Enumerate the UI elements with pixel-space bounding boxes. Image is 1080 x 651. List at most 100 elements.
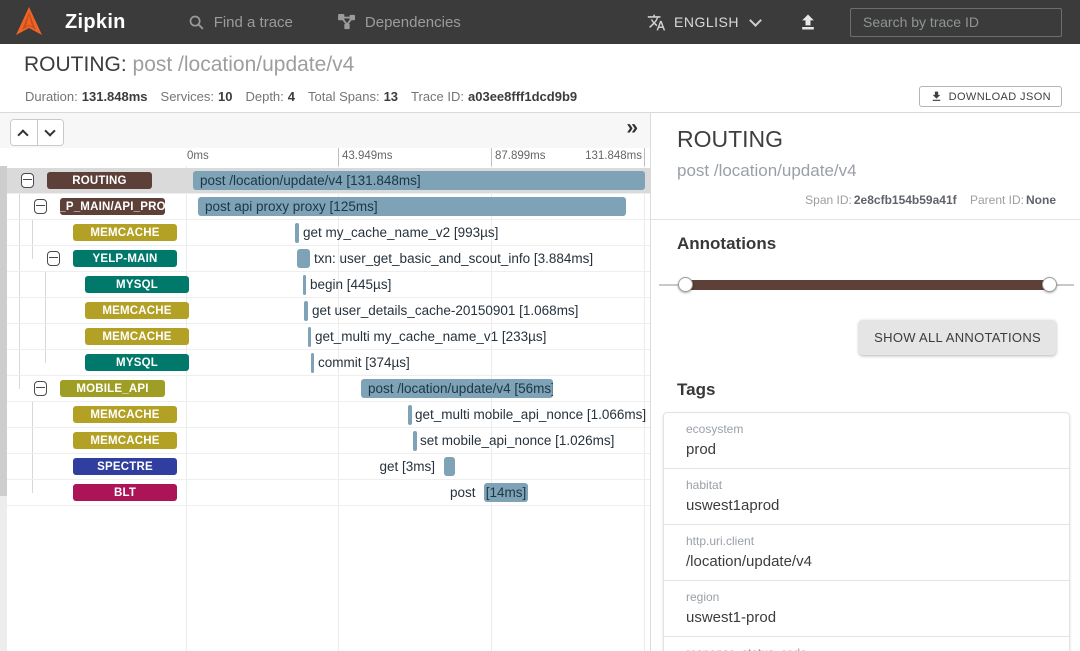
tag-value: prod (686, 441, 1047, 458)
span-label: begin [445µs] (310, 277, 391, 292)
tag-item: http.uri.client/location/update/v4 (663, 524, 1070, 581)
language-selector[interactable]: ENGLISH (647, 13, 760, 32)
tag-key: response_status_code (686, 646, 1047, 651)
collapse-toggle-icon[interactable] (34, 381, 47, 396)
service-badge[interactable]: MYSQL (85, 276, 189, 293)
service-badge[interactable]: MOBILE_API (60, 380, 165, 397)
dependencies-icon (338, 14, 356, 30)
tag-key: ecosystem (686, 422, 1047, 436)
span-label: post (450, 485, 476, 500)
service-badge[interactable]: ROUTING (47, 172, 152, 189)
span-bar[interactable]: post /location/update/v4 [56ms] (361, 379, 553, 398)
tags-title: Tags (677, 380, 1056, 400)
trace-row[interactable]: MOBILE_API post /location/update/v4 [56ms… (7, 376, 650, 402)
tick-label: 131.848ms (585, 150, 642, 162)
span-bar[interactable] (297, 249, 310, 268)
detail-span-name: post /location/update/v4 (677, 161, 1056, 181)
service-badge[interactable]: MYSQL (85, 354, 189, 371)
timeline-ruler: 0ms 43.949ms 87.899ms 131.848ms (0, 148, 650, 166)
span-bar[interactable] (413, 431, 417, 451)
chevron-up-icon (17, 129, 28, 140)
tag-value: uswest1aprod (686, 497, 1047, 514)
span-bar[interactable] (304, 301, 308, 321)
expand-all-button[interactable] (37, 120, 63, 145)
trace-row[interactable]: SPECTREget [3ms] (7, 454, 650, 480)
span-label: get my_cache_name_v2 [993µs] (303, 225, 498, 240)
span-bar[interactable]: [14ms] (484, 483, 528, 502)
divider (651, 219, 1080, 220)
collapse-panel-icon[interactable]: » (626, 116, 638, 140)
main-area: » 0ms 43.949ms 87.899ms 131.848ms ROUTIN… (0, 113, 1080, 651)
trace-row[interactable]: MYSQL begin [445µs] (7, 272, 650, 298)
trace-row[interactable]: MEMCACHE get_multi mobile_api_nonce [1.06… (7, 402, 650, 428)
span-bar[interactable]: post api proxy proxy [125ms] (198, 197, 626, 216)
service-badge[interactable]: MEMCACHE (73, 224, 177, 241)
slider-range[interactable] (685, 280, 1050, 290)
span-label: commit [374µs] (318, 355, 410, 370)
slider-handle-left[interactable] (678, 277, 693, 292)
span-label: get_multi my_cache_name_v1 [233µs] (315, 329, 546, 344)
trace-row[interactable]: _P_MAIN/API_PRO post api proxy proxy [125… (7, 194, 650, 220)
language-label: ENGLISH (674, 14, 739, 30)
span-id-value: 2e8cfb154b59a41f (854, 193, 957, 207)
span-bar[interactable] (308, 327, 311, 347)
trace-stats-bar: Duration:131.848ms Services:10 Depth:4 T… (0, 80, 1080, 113)
service-badge[interactable]: MEMCACHE (85, 302, 189, 319)
service-badge[interactable]: MEMCACHE (73, 406, 177, 423)
trace-timeline-panel: » 0ms 43.949ms 87.899ms 131.848ms ROUTIN… (0, 113, 650, 651)
collapse-toggle-icon[interactable] (47, 251, 60, 266)
zipkin-logo-icon (13, 6, 45, 38)
trace-row[interactable]: MYSQL commit [374µs] (7, 350, 650, 376)
trace-row[interactable]: YELP-MAIN txn: user_get_basic_and_scout_i… (7, 246, 650, 272)
nav-find-a-trace[interactable]: Find a trace (188, 14, 293, 31)
span-label: get_multi mobile_api_nonce [1.066ms] (415, 407, 646, 422)
tag-key: http.uri.client (686, 534, 1047, 548)
span-bar[interactable] (311, 353, 314, 373)
stat-total-spans: Total Spans:13 (308, 89, 398, 104)
tick-label: 87.899ms (495, 150, 546, 162)
span-bar[interactable] (295, 223, 299, 243)
search-input[interactable] (850, 8, 1062, 37)
trace-row[interactable]: MEMCACHE get user_details_cache-20150901 … (7, 298, 650, 324)
show-all-annotations-button[interactable]: SHOW ALL ANNOTATIONS (859, 320, 1056, 355)
span-label: txn: user_get_basic_and_scout_info [3.88… (314, 251, 593, 266)
parent-id-value: None (1026, 193, 1056, 207)
upload-trace-button[interactable] (798, 12, 818, 32)
span-label: get user_details_cache-20150901 [1.068ms… (312, 303, 578, 318)
span-label: post /location/update/v4 [56ms] (361, 379, 553, 398)
trace-row[interactable]: BLT [14ms] post (7, 480, 650, 506)
annotations-title: Annotations (677, 234, 1056, 254)
collapse-toggle-icon[interactable] (34, 199, 47, 214)
span-bar[interactable] (444, 457, 455, 476)
span-rows: ROUTING post /location/update/v4 [131.848… (0, 168, 650, 508)
tag-item: ecosystem prod (663, 412, 1070, 469)
collapse-toggle-icon[interactable] (21, 173, 34, 188)
span-bar[interactable] (303, 275, 306, 295)
tick-label: 0ms (187, 150, 209, 162)
service-badge[interactable]: SPECTRE (73, 458, 177, 475)
download-json-button[interactable]: DOWNLOAD JSON (919, 86, 1062, 107)
span-id-label: Span ID: (805, 193, 852, 207)
service-badge[interactable]: BLT (73, 484, 177, 501)
slider-handle-right[interactable] (1042, 277, 1057, 292)
tags-list: ecosystemprodhabitatuswest1aprodhttp.uri… (663, 412, 1070, 651)
trace-row[interactable]: MEMCACHE get_multi my_cache_name_v1 [233µ… (7, 324, 650, 350)
brand-title: Zipkin (65, 11, 126, 34)
service-badge[interactable]: YELP-MAIN (73, 250, 177, 267)
tag-item: habitatuswest1aprod (663, 468, 1070, 525)
upload-icon (798, 12, 818, 32)
trace-row[interactable]: MEMCACHEset mobile_api_nonce [1.026ms] (7, 428, 650, 454)
trace-row[interactable]: ROUTING post /location/update/v4 [131.848… (7, 168, 650, 194)
stat-trace-id: Trace ID:a03ee8fff1dcd9b9 (411, 89, 577, 104)
service-badge[interactable]: MEMCACHE (73, 432, 177, 449)
service-badge[interactable]: MEMCACHE (85, 328, 189, 345)
service-badge[interactable]: _P_MAIN/API_PRO (60, 198, 165, 215)
span-bar[interactable]: post /location/update/v4 [131.848ms] (193, 171, 645, 190)
nav-dependencies[interactable]: Dependencies (338, 14, 461, 31)
trace-row[interactable]: MEMCACHE get my_cache_name_v2 [993µs] (7, 220, 650, 246)
collapse-all-button[interactable] (11, 120, 37, 145)
tick-label: 43.949ms (342, 150, 393, 162)
navbar: Zipkin Find a trace Dependencies ENGLISH (0, 0, 1080, 44)
span-bar[interactable] (408, 405, 412, 425)
nav-find-a-trace-label: Find a trace (214, 14, 293, 31)
